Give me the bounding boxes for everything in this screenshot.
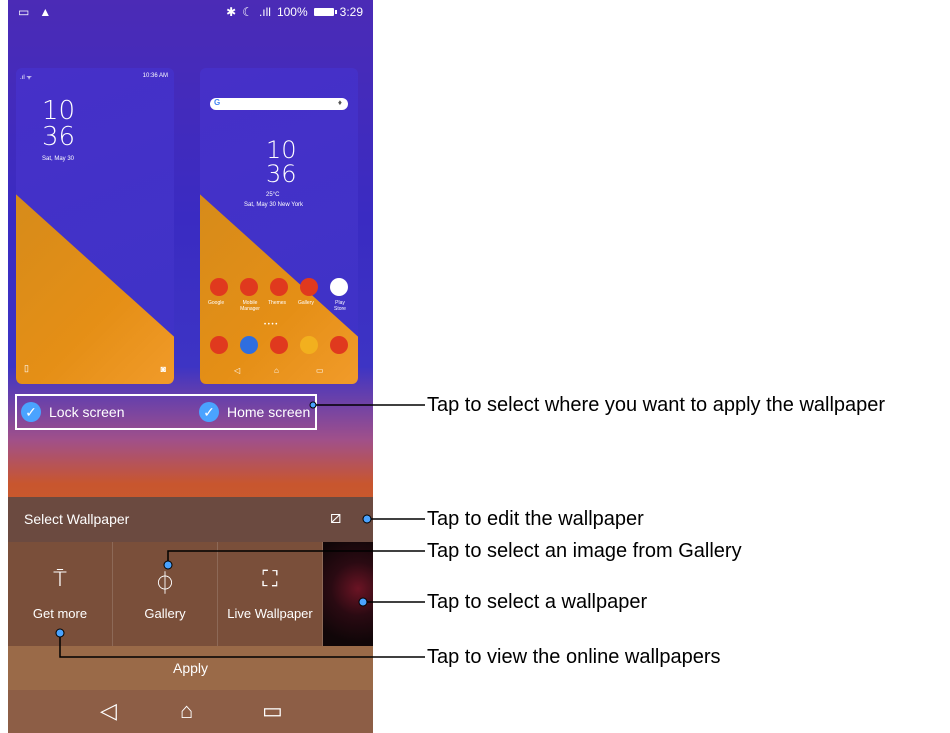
callout-dot-select (358, 597, 368, 607)
callout-dot-gallery (163, 560, 173, 570)
callout-line-online (59, 633, 425, 658)
callout-line-gallery (167, 550, 425, 565)
callout-lines (55, 401, 425, 658)
callout-dot-online (55, 628, 65, 638)
callout-dot-edit (362, 514, 372, 524)
callout-online: Tap to view the online wallpapers (427, 646, 721, 668)
callout-apply-location: Tap to select where you want to apply th… (427, 394, 886, 416)
callout-select: Tap to select a wallpaper (427, 591, 648, 613)
callout-dot-apply-location (309, 401, 317, 409)
callout-edit: Tap to edit the wallpaper (427, 508, 644, 530)
callout-gallery: Tap to select an image from Gallery (427, 540, 742, 562)
